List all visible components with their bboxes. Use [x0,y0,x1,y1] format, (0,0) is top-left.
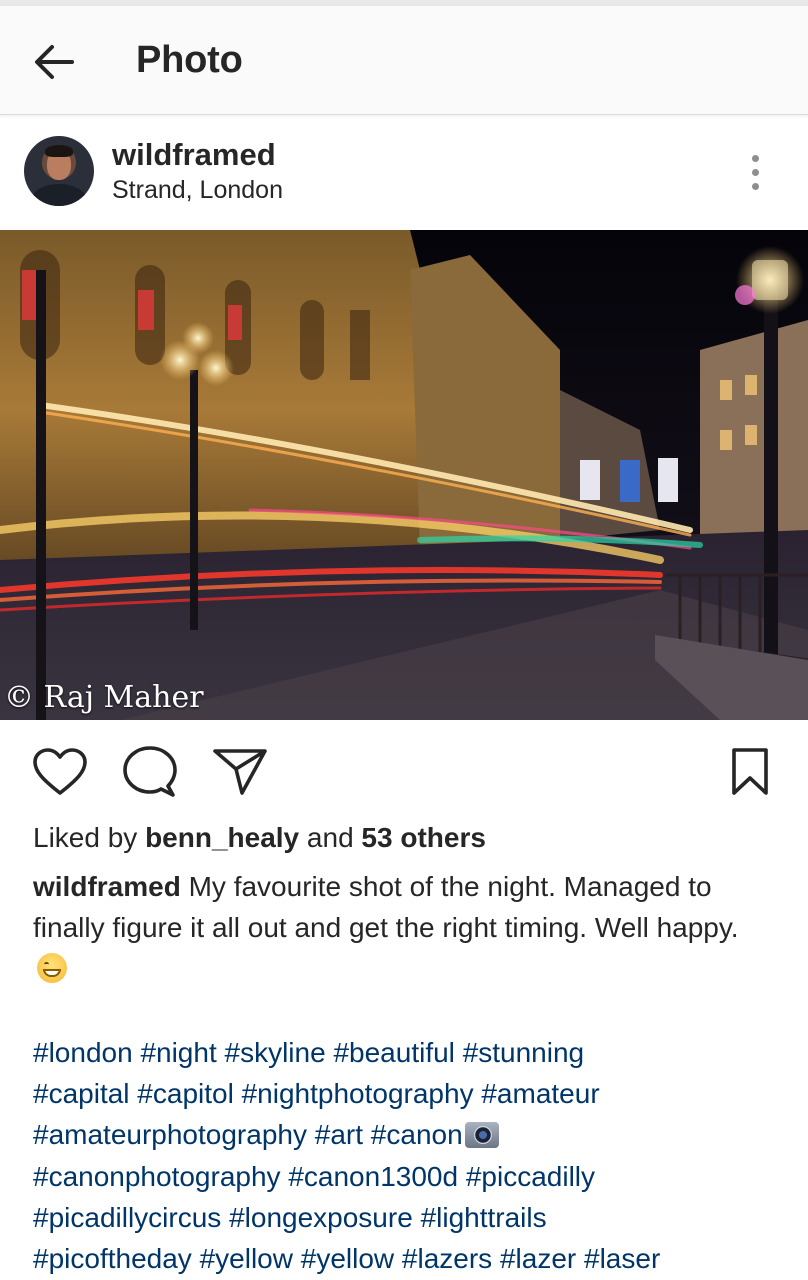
hashtag[interactable]: #canon [371,1119,463,1150]
avatar[interactable] [24,136,94,206]
like-button[interactable] [30,742,90,802]
liker-username[interactable]: benn_healy [145,822,299,853]
likes-others-count[interactable]: 53 others [361,822,486,853]
hashtag[interactable]: #skyline [225,1037,326,1068]
app-bar: Photo [0,6,808,115]
post-caption: wildframed My favourite shot of the nigh… [33,866,773,989]
hashtag[interactable]: #london [33,1037,133,1068]
likes-prefix: Liked by [33,822,138,853]
more-vertical-icon [751,154,759,162]
camera-emoji [464,1122,499,1149]
caption-username[interactable]: wildframed [33,871,181,902]
hashtag[interactable]: #picoftheday [33,1243,192,1274]
hashtag[interactable]: #amateurphotography [33,1119,307,1150]
hashtag[interactable]: #stunning [463,1037,584,1068]
hashtag[interactable]: #capitol [137,1078,234,1109]
hashtag[interactable]: #picadillycircus [33,1202,221,1233]
hashtag[interactable]: #longexposure [229,1202,413,1233]
arrow-left-icon [35,45,74,79]
hashtag[interactable]: #art [315,1119,363,1150]
bookmark-icon [732,748,768,795]
hashtag[interactable]: #capital [33,1078,130,1109]
hashtag[interactable]: #beautiful [333,1037,454,1068]
hashtag[interactable]: #canon1300d [288,1161,458,1192]
hashtag[interactable]: #laser [584,1243,660,1274]
hashtag[interactable]: #lighttrails [421,1202,547,1233]
share-button[interactable] [210,742,270,802]
hashtag[interactable]: #nightphotography [242,1078,474,1109]
likes-connector: and [306,822,354,853]
more-dot [751,182,759,190]
hashtag[interactable]: #night [140,1037,216,1068]
post-actions [0,730,808,814]
save-button[interactable] [720,742,780,802]
hashtag[interactable]: #canonphotography [33,1161,281,1192]
send-icon [213,749,267,795]
post-location[interactable]: Strand, London [112,176,283,205]
more-dot [751,168,759,176]
hashtag[interactable]: #amateur [481,1078,599,1109]
comment-button[interactable] [120,742,180,802]
hashtag[interactable]: #yellow [301,1243,394,1274]
post-username[interactable]: wildframed [112,137,276,173]
likes-summary: Liked by benn_healy and 53 others [33,822,486,854]
page-title: Photo [136,39,243,81]
post-header: wildframed Strand, London [0,120,808,228]
heart-icon [33,748,87,795]
comment-icon [123,746,177,797]
avatar-shirt [32,184,86,206]
more-options-button[interactable] [736,150,774,194]
hashtag[interactable]: #lazers [402,1243,492,1274]
hashtag[interactable]: #yellow [200,1243,293,1274]
back-button[interactable] [26,36,82,88]
avatar-hair [45,145,73,157]
hashtag[interactable]: #lazer [500,1243,576,1274]
hashtag[interactable]: #piccadilly [466,1161,595,1192]
grinning-face-emoji [37,953,67,983]
hashtag-list: #london #night #skyline #beautiful #stun… [33,1032,793,1279]
post-photo[interactable] [0,230,808,720]
photo-watermark: © Raj Maher [4,680,204,715]
